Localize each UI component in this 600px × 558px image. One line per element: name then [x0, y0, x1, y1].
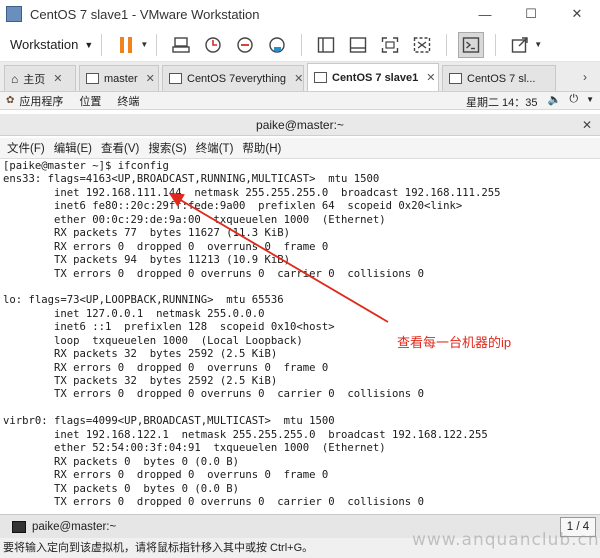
- window-title: CentOS 7 slave1 - VMware Workstation: [30, 6, 260, 22]
- tab-label: CentOS 7 sl...: [467, 72, 536, 85]
- applications-menu[interactable]: ✿ 应用程序: [6, 93, 63, 109]
- terminal-line: virbr0: flags=4099<UP,BROADCAST,MULTICAS…: [3, 415, 335, 428]
- menu-view[interactable]: 查看(V): [101, 140, 139, 156]
- terminal-line: [paike@master ~]$ ifconfig: [3, 160, 169, 172]
- pause-icon[interactable]: [113, 32, 139, 58]
- close-button[interactable]: ✕: [554, 0, 600, 28]
- places-menu[interactable]: 位置: [79, 93, 101, 109]
- terminal-icon: [12, 520, 26, 533]
- menu-help[interactable]: 帮助(H): [242, 140, 281, 156]
- terminal-line: inet 127.0.0.1 netmask 255.0.0.0: [3, 307, 265, 320]
- chevron-down-icon[interactable]: ▼: [586, 95, 594, 104]
- terminal-line: RX errors 0 dropped 0 overruns 0 frame 0: [3, 469, 329, 482]
- menu-file[interactable]: 文件(F): [7, 140, 45, 156]
- taskbar-item-label: paike@master:~: [32, 520, 117, 533]
- send-ctrl-alt-del-icon[interactable]: [168, 32, 194, 58]
- tab-centos-everything[interactable]: CentOS 7everything ✕: [162, 65, 304, 91]
- menu-terminal[interactable]: 终端(T): [196, 140, 234, 156]
- minimize-button[interactable]: —: [462, 0, 508, 28]
- window-titlebar: CentOS 7 slave1 - VMware Workstation — ☐…: [0, 0, 600, 28]
- snapshot-icon[interactable]: [200, 32, 226, 58]
- tab-label: 主页: [23, 73, 46, 86]
- terminal-menubar: 文件(F) 编辑(E) 查看(V) 搜索(S) 终端(T) 帮助(H): [0, 138, 600, 158]
- vm-icon: [86, 73, 99, 84]
- chevron-right-icon[interactable]: ›: [570, 66, 600, 88]
- taskbar-terminal-item[interactable]: paike@master:~: [6, 517, 122, 537]
- tab-label: master: [104, 72, 138, 85]
- terminal-menu[interactable]: 终端: [117, 93, 139, 109]
- chevron-down-icon: ▼: [84, 39, 94, 50]
- terminal-line: inet6 fe80::20c:29ff:fede:9a00 prefixlen…: [3, 200, 463, 213]
- revert-snapshot-icon[interactable]: [232, 32, 258, 58]
- vm-icon: [169, 73, 182, 84]
- tab-label: CentOS 7 slave1: [332, 71, 419, 84]
- terminal-line: TX packets 32 bytes 2592 (2.5 KiB): [3, 375, 278, 387]
- watermark: www.anquanclub.cn: [412, 530, 600, 550]
- vm-icon: [314, 72, 327, 83]
- terminal-titlebar: paike@master:~ ✕: [0, 114, 600, 136]
- console-view-icon[interactable]: [458, 31, 485, 58]
- toolbar-divider: [156, 33, 158, 56]
- show-library-icon[interactable]: [313, 32, 339, 58]
- terminal-line: RX errors 0 dropped 0 overruns 0 frame 0: [3, 361, 329, 374]
- gnome-foot-icon: ✿: [6, 95, 15, 106]
- full-screen-icon[interactable]: [377, 32, 403, 58]
- terminal-line: ether 52:54:00:3f:04:91 txqueuelen 1000 …: [3, 442, 386, 455]
- home-icon: ⌂: [11, 71, 19, 86]
- vm-icon: [449, 73, 462, 84]
- vmware-logo-icon: [6, 6, 22, 22]
- power-icon[interactable]: ⏻: [569, 93, 578, 106]
- applications-label: 应用程序: [19, 95, 64, 108]
- terminal-line: TX packets 0 bytes 0 (0.0 B): [3, 482, 239, 495]
- toolbar-divider: [446, 33, 448, 56]
- close-icon[interactable]: ✕: [146, 72, 155, 85]
- toolbar-divider: [101, 33, 103, 56]
- terminal-line: TX errors 0 dropped 0 overruns 0 carrier…: [3, 388, 424, 401]
- tab-master[interactable]: master ✕: [79, 65, 159, 91]
- terminal-line: RX packets 0 bytes 0 (0.0 B): [3, 455, 239, 468]
- maximize-button[interactable]: ☐: [508, 0, 554, 28]
- annotation-text: 查看每一台机器的ip: [397, 335, 512, 350]
- terminal-line: inet 192.168.111.144 netmask 255.255.255…: [3, 186, 501, 199]
- toolbar-divider: [495, 33, 497, 56]
- toolbar: Workstation ▼ ▼ ▼: [0, 28, 600, 62]
- thumbnail-bar-icon[interactable]: [345, 32, 371, 58]
- terminal-line: TX errors 0 dropped 0 overruns 0 carrier…: [3, 267, 424, 280]
- workstation-menu-label: Workstation: [10, 37, 79, 52]
- terminal-line: RX errors 0 dropped 0 overruns 0 frame 0: [3, 240, 329, 253]
- menu-search[interactable]: 搜索(S): [148, 140, 186, 156]
- close-icon[interactable]: ✕: [294, 72, 303, 85]
- terminal-line: RX packets 77 bytes 11627 (11.3 KiB): [3, 227, 291, 240]
- clock[interactable]: 星期二 14：35: [466, 94, 538, 110]
- terminal-title: paike@master:~: [256, 118, 344, 132]
- terminal-line: TX packets 94 bytes 11213 (10.9 KiB): [3, 254, 291, 267]
- stretch-guest-icon[interactable]: [507, 32, 533, 58]
- terminal-line: ether 00:0c:29:de:9a:00 txqueuelen 1000 …: [3, 213, 386, 226]
- terminal-line: lo: flags=73<UP,LOOPBACK,RUNNING> mtu 65…: [3, 294, 284, 307]
- tab-centos-slave1[interactable]: CentOS 7 slave1 ✕: [307, 63, 439, 91]
- workstation-menu[interactable]: Workstation ▼: [10, 37, 93, 52]
- tab-label: CentOS 7everything: [187, 72, 287, 85]
- terminal-line: ens33: flags=4163<UP,BROADCAST,RUNNING,M…: [3, 173, 380, 186]
- tab-home[interactable]: ⌂ 主页 ✕: [4, 65, 76, 91]
- terminal-line: TX errors 0 dropped 0 overruns 0 carrier…: [3, 495, 424, 508]
- unity-mode-icon[interactable]: [409, 32, 435, 58]
- snapshot-manager-icon[interactable]: [264, 32, 290, 58]
- terminal-line: inet 192.168.122.1 netmask 255.255.255.0…: [3, 428, 488, 441]
- gnome-top-bar: ✿ 应用程序 位置 终端 星期二 14：35 🔈 ⏻ ▼: [0, 92, 600, 110]
- pause-dropdown-icon[interactable]: ▼: [140, 40, 148, 49]
- volume-icon[interactable]: 🔈: [548, 93, 562, 106]
- close-icon[interactable]: ✕: [426, 71, 435, 84]
- toolbar-divider: [301, 33, 303, 56]
- stretch-dropdown-icon[interactable]: ▼: [534, 40, 542, 49]
- close-icon[interactable]: ✕: [53, 72, 62, 85]
- close-icon[interactable]: ✕: [582, 114, 592, 136]
- menu-edit[interactable]: 编辑(E): [54, 140, 92, 156]
- tab-centos-slave2[interactable]: CentOS 7 sl...: [442, 65, 556, 91]
- vm-tab-bar: ⌂ 主页 ✕ master ✕ CentOS 7everything ✕ Cen…: [0, 62, 600, 92]
